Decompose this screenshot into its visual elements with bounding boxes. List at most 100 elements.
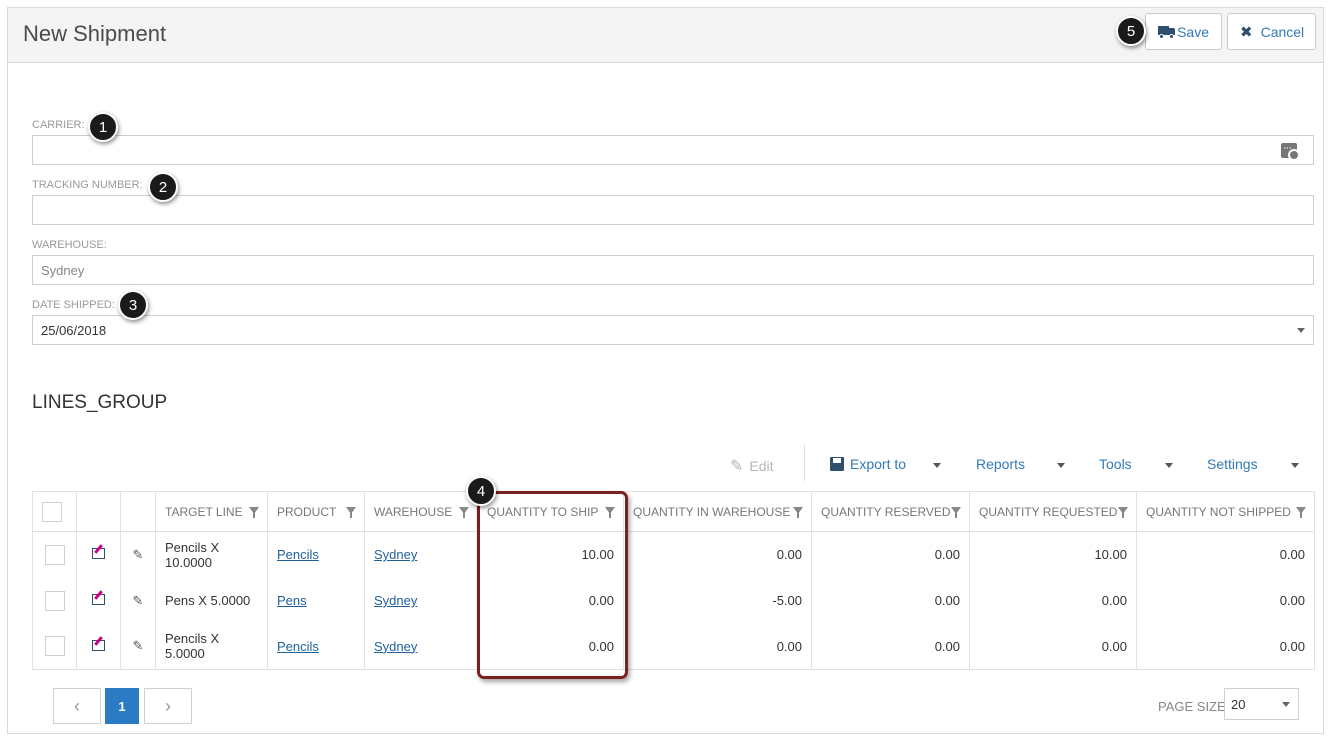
edit-button[interactable]: ✎ Edit [730, 456, 774, 476]
filter-icon[interactable] [459, 507, 469, 518]
tracking-number-field[interactable] [32, 195, 1314, 225]
page-title: New Shipment [23, 21, 167, 46]
cell-quantity-to-ship[interactable]: 0.00 [477, 623, 624, 670]
next-page-button[interactable]: › [144, 688, 192, 724]
row-checkbox[interactable] [44, 590, 65, 611]
date-shipped-value: 25/06/2018 [41, 322, 107, 338]
filter-icon[interactable] [249, 507, 259, 518]
callout-4: 4 [466, 476, 496, 506]
export-to-label: Export to [850, 456, 907, 472]
filter-icon[interactable] [605, 507, 615, 518]
product-link[interactable]: Pencils [277, 639, 319, 654]
cell-quantity-not-shipped: 0.00 [1136, 531, 1315, 578]
cell-quantity-reserved: 0.00 [811, 531, 970, 578]
cell-target-line: Pencils X 5.0000 [155, 623, 268, 670]
cancel-button[interactable]: ✖ Cancel [1227, 13, 1316, 50]
date-shipped-picker[interactable]: 25/06/2018 [32, 315, 1314, 345]
cell-quantity-requested: 0.00 [969, 577, 1137, 624]
reports-chevron-down-icon[interactable] [1057, 463, 1065, 468]
table-row: ✎ Pencils X 10.0000 Pencils Sydney 10.00… [32, 531, 1315, 578]
cell-quantity-not-shipped: 0.00 [1136, 623, 1315, 670]
warehouse-link[interactable]: Sydney [374, 547, 417, 562]
col-target-line[interactable]: TARGET LINE [155, 491, 268, 532]
date-shipped-label: DATE SHIPPED: [32, 299, 115, 311]
edit-row-icon[interactable] [92, 639, 105, 651]
product-link[interactable]: Pens [277, 593, 307, 608]
warehouse-label: WAREHOUSE: [32, 239, 107, 251]
col-quantity-to-ship[interactable]: QUANTITY TO SHIP [477, 491, 624, 532]
tools-label: Tools [1099, 456, 1132, 472]
warehouse-value: Sydney [41, 262, 85, 278]
pencil-icon: ✎ [730, 458, 744, 475]
reports-label: Reports [976, 456, 1026, 472]
callout-5: 5 [1116, 16, 1146, 46]
filter-icon[interactable] [793, 507, 803, 518]
cell-quantity-requested: 0.00 [969, 623, 1137, 670]
warehouse-field: Sydney [32, 255, 1314, 285]
grid-header-row: TARGET LINE PRODUCT WAREHOUSE QUANTITY T… [32, 491, 1315, 532]
cell-quantity-in-warehouse: 0.00 [623, 623, 812, 670]
filter-icon[interactable] [1118, 507, 1128, 518]
row-checkbox[interactable] [44, 636, 65, 657]
filter-icon[interactable] [1296, 507, 1306, 518]
col-quantity-in-warehouse[interactable]: QUANTITY IN WAREHOUSE [623, 491, 812, 532]
cell-target-line: Pencils X 10.0000 [155, 531, 268, 578]
chevron-down-icon[interactable] [1297, 328, 1305, 333]
close-icon: ✖ [1240, 23, 1253, 41]
save-button-label: Save [1177, 23, 1209, 40]
pencil-icon[interactable]: ✎ [133, 593, 144, 608]
settings-chevron-down-icon[interactable] [1291, 463, 1299, 468]
lookup-icon[interactable] [1281, 143, 1300, 161]
lines-group-title: LINES_GROUP [32, 392, 168, 413]
col-warehouse[interactable]: WAREHOUSE [364, 491, 478, 532]
row-checkbox[interactable] [44, 544, 65, 565]
toolbar-divider [804, 445, 805, 481]
tracking-number-label: TRACKING NUMBER: [32, 179, 143, 191]
col-quantity-requested[interactable]: QUANTITY REQUESTED [969, 491, 1137, 532]
select-all-checkbox[interactable] [42, 501, 62, 522]
warehouse-link[interactable]: Sydney [374, 639, 417, 654]
cell-quantity-to-ship[interactable]: 0.00 [477, 577, 624, 624]
filter-icon[interactable] [346, 507, 356, 518]
pencil-icon[interactable]: ✎ [133, 638, 144, 653]
cell-quantity-not-shipped: 0.00 [1136, 577, 1315, 624]
shipment-window: New Shipment Save ✖ Cancel 5 CARRIER: 1 … [7, 7, 1324, 734]
tools-menu[interactable]: Tools [1099, 456, 1132, 472]
cell-quantity-reserved: 0.00 [811, 577, 970, 624]
edit-row-icon[interactable] [92, 548, 105, 560]
col-quantity-not-shipped[interactable]: QUANTITY NOT SHIPPED [1136, 491, 1315, 532]
cell-target-line: Pens X 5.0000 [155, 577, 268, 624]
warehouse-link[interactable]: Sydney [374, 593, 417, 608]
callout-2: 2 [148, 172, 178, 202]
export-chevron-down-icon[interactable] [933, 463, 941, 468]
export-to-menu[interactable]: Export to [830, 456, 906, 472]
cell-quantity-requested: 10.00 [969, 531, 1137, 578]
filter-icon[interactable] [951, 507, 961, 518]
page-size-value: 20 [1231, 696, 1246, 712]
carrier-label: CARRIER: [32, 119, 85, 131]
current-page-button[interactable]: 1 [105, 688, 139, 724]
prev-page-button[interactable]: ‹ [53, 688, 101, 724]
grid-toolbar: ✎ Edit Export to Reports Tools Settings [8, 445, 1323, 483]
page-size-select[interactable]: 20 [1224, 688, 1299, 720]
table-row: ✎ Pencils X 5.0000 Pencils Sydney 0.00 0… [32, 623, 1315, 670]
chevron-down-icon [1282, 702, 1290, 707]
settings-menu[interactable]: Settings [1207, 456, 1258, 472]
pencil-icon[interactable]: ✎ [133, 547, 144, 562]
edit-row-icon[interactable] [92, 594, 105, 605]
col-quantity-reserved[interactable]: QUANTITY RESERVED [811, 491, 970, 532]
tools-chevron-down-icon[interactable] [1165, 463, 1173, 468]
table-row: ✎ Pens X 5.0000 Pens Sydney 0.00 -5.00 0… [32, 577, 1315, 624]
col-product[interactable]: PRODUCT [267, 491, 365, 532]
reports-menu[interactable]: Reports [976, 456, 1025, 472]
cell-quantity-to-ship[interactable]: 10.00 [477, 531, 624, 578]
product-link[interactable]: Pencils [277, 547, 319, 562]
truck-icon [1158, 25, 1175, 39]
cell-quantity-in-warehouse: 0.00 [623, 531, 812, 578]
settings-label: Settings [1207, 456, 1258, 472]
page-size-label: PAGE SIZE [1158, 699, 1226, 714]
callout-1: 1 [88, 112, 118, 142]
callout-3: 3 [118, 290, 148, 320]
carrier-field[interactable] [32, 135, 1314, 165]
save-button[interactable]: Save [1145, 13, 1222, 50]
